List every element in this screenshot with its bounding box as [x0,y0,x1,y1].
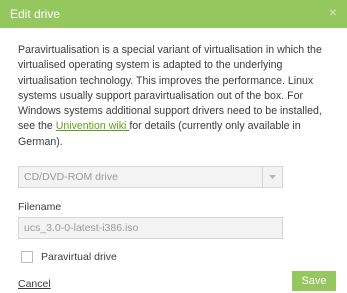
dialog-titlebar: Edit drive ✕ [0,0,347,28]
description-text: Paravirtualisation is a special variant … [18,43,336,150]
paravirtual-label: Paravirtual drive [41,251,117,263]
drive-type-value: CD/DVD-ROM drive [24,171,118,183]
cancel-button[interactable]: Cancel [18,278,51,290]
edit-drive-dialog: Edit drive ✕ Paravirtualisation is a spe… [0,0,347,293]
drive-type-select[interactable]: CD/DVD-ROM drive [18,166,283,188]
univention-wiki-link[interactable]: Univention wiki [56,120,130,132]
filename-label: Filename [18,201,62,213]
paravirtual-checkbox[interactable] [21,251,33,263]
close-icon[interactable]: ✕ [325,0,341,28]
dialog-title: Edit drive [10,7,61,21]
chevron-down-icon[interactable] [262,167,282,187]
paravirtual-row: Paravirtual drive [21,251,117,263]
save-button[interactable]: Save [292,271,336,291]
filename-field[interactable]: ucs_3.0-0-latest-i386.iso [18,217,283,239]
